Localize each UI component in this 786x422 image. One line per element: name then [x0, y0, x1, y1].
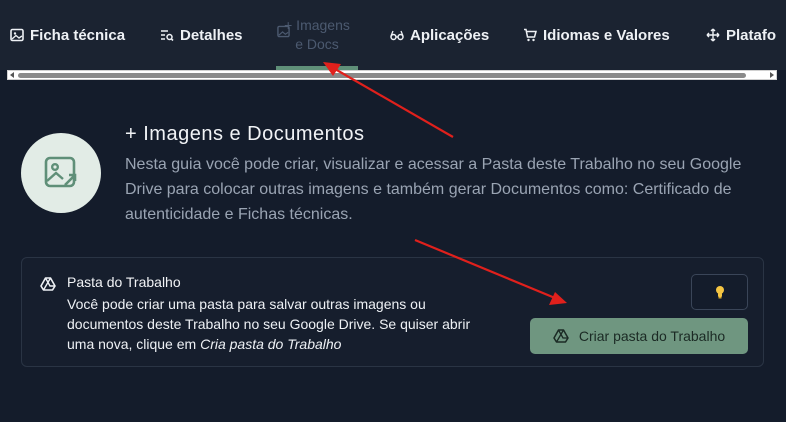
page-description: Nesta guia você pode criar, visualizar e…	[125, 156, 742, 223]
page-title: + Imagens e Documentos	[125, 123, 365, 145]
tab-label: Idiomas e Valores	[543, 26, 670, 44]
create-folder-button[interactable]: Criar pasta do Trabalho	[530, 318, 748, 354]
tabs-scrollbar[interactable]	[7, 70, 777, 80]
scrollbar-thumb[interactable]	[18, 73, 746, 78]
glasses-icon	[390, 30, 404, 41]
google-drive-icon	[553, 329, 569, 343]
image-share-icon	[44, 156, 77, 188]
image-file-icon	[10, 28, 24, 42]
card-title: Pasta do Trabalho	[67, 274, 181, 290]
tab-label-text: + Imagens	[284, 17, 350, 33]
tab-label-line2: e Docs	[295, 36, 339, 52]
tab-aplicacoes[interactable]: Aplicações	[390, 0, 489, 70]
tab-label: Aplicações	[410, 26, 490, 44]
tab-idiomas-valores[interactable]: Idiomas e Valores	[523, 0, 670, 70]
tab-label: Detalhes	[180, 26, 243, 44]
tab-ficha-tecnica[interactable]: Ficha técnica	[10, 0, 125, 70]
pasta-trabalho-card: Pasta do Trabalho Você pode criar uma pa…	[21, 257, 764, 367]
list-search-icon	[161, 30, 174, 42]
cart-icon	[524, 28, 537, 42]
hint-button[interactable]	[691, 274, 748, 310]
scroll-left-arrow-icon[interactable]	[10, 72, 14, 78]
move-icon	[706, 28, 720, 42]
google-drive-icon	[40, 277, 56, 291]
photo-icon	[277, 25, 290, 38]
tab-label: Ficha técnica	[30, 26, 126, 44]
tab-bar: Ficha técnica Detalhes + Imagens e Docs …	[0, 0, 786, 70]
tab-plataformas[interactable]: Platafo	[706, 0, 776, 70]
tab-label-line1: + Imagens	[284, 16, 350, 35]
card-description: Você pode criar uma pasta para salvar ou…	[67, 294, 487, 354]
tab-label: Platafo	[726, 26, 777, 44]
card-text-italic: Cria pasta do Trabalho	[200, 336, 342, 352]
tab-imagens-docs[interactable]: + Imagens e Docs	[276, 0, 358, 70]
hero-image-icon-circle	[21, 133, 101, 213]
scroll-right-arrow-icon[interactable]	[770, 72, 774, 78]
lightbulb-icon	[715, 286, 724, 299]
tab-detalhes[interactable]: Detalhes	[160, 0, 243, 70]
create-folder-button-label: Criar pasta do Trabalho	[578, 328, 726, 344]
